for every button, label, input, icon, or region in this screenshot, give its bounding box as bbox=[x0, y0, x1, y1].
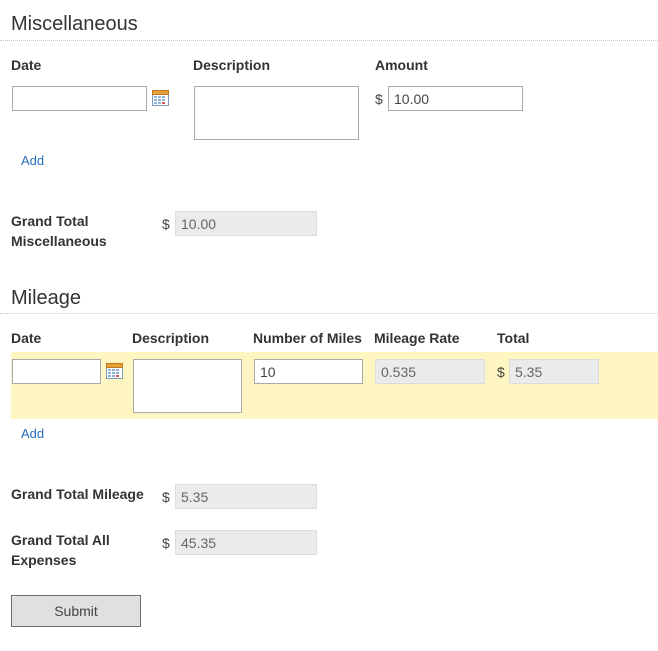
mileage-date-header: Date bbox=[11, 330, 42, 346]
mileage-section-title: Mileage bbox=[11, 287, 82, 309]
misc-date-header: Date bbox=[11, 57, 42, 73]
calendar-icon[interactable] bbox=[152, 89, 169, 111]
all-expenses-total-label: Grand Total All Expenses bbox=[11, 532, 110, 568]
misc-grand-total-field bbox=[175, 211, 317, 236]
misc-section-title: Miscellaneous bbox=[11, 13, 138, 35]
misc-date-input[interactable] bbox=[12, 86, 147, 111]
submit-button[interactable]: Submit bbox=[11, 595, 141, 627]
mileage-grand-total-label: Grand Total Mileage bbox=[11, 486, 144, 502]
all-expenses-total-currency: $ bbox=[162, 535, 170, 551]
misc-grand-total-label: Grand Total Miscellaneous bbox=[11, 213, 107, 249]
mileage-total-currency: $ bbox=[497, 364, 505, 380]
misc-amount-input[interactable] bbox=[388, 86, 523, 111]
mileage-date-input[interactable] bbox=[12, 359, 101, 384]
misc-divider bbox=[0, 40, 658, 41]
mileage-rate-header: Mileage Rate bbox=[374, 330, 460, 346]
misc-amount-header: Amount bbox=[375, 57, 428, 73]
mileage-rate-field bbox=[375, 359, 485, 384]
misc-description-input[interactable] bbox=[194, 86, 359, 140]
all-expenses-total-field bbox=[175, 530, 317, 555]
mileage-add-link[interactable]: Add bbox=[21, 426, 44, 441]
mileage-grand-total-currency: $ bbox=[162, 489, 170, 505]
calendar-icon[interactable] bbox=[106, 362, 123, 384]
mileage-total-header: Total bbox=[497, 330, 530, 346]
mileage-description-header: Description bbox=[132, 330, 210, 346]
mileage-miles-header: Number of Miles bbox=[253, 330, 362, 346]
mileage-total-field bbox=[509, 359, 599, 384]
misc-grand-total-currency: $ bbox=[162, 216, 170, 232]
mileage-description-input[interactable] bbox=[133, 359, 242, 413]
misc-amount-currency: $ bbox=[375, 91, 383, 107]
mileage-divider bbox=[0, 313, 658, 314]
mileage-miles-input[interactable] bbox=[254, 359, 363, 384]
misc-description-header: Description bbox=[193, 57, 271, 73]
mileage-grand-total-field bbox=[175, 484, 317, 509]
misc-add-link[interactable]: Add bbox=[21, 153, 44, 168]
